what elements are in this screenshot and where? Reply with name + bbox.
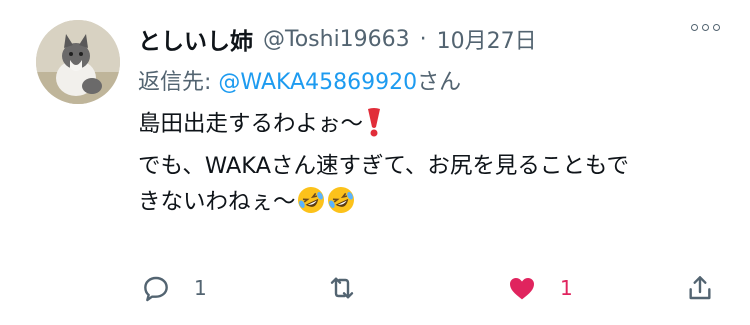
share-button[interactable] bbox=[684, 268, 716, 308]
reply-suffix: さん bbox=[417, 70, 462, 95]
more-horizontal-icon bbox=[691, 24, 698, 31]
reply-bubble-icon bbox=[144, 276, 168, 302]
tweet-card[interactable]: としいし姉 @Toshi19663 · 10月27日 返信先: @WAKA458… bbox=[0, 0, 750, 325]
reply-button[interactable]: 1 bbox=[140, 268, 207, 308]
rolling-laughing-emoji bbox=[296, 185, 326, 226]
retweet-icon bbox=[330, 277, 354, 299]
more-dot bbox=[713, 24, 720, 31]
heart-filled-icon bbox=[510, 278, 534, 300]
reply-to-line: 返信先: @WAKA45869920さん bbox=[138, 64, 461, 96]
user-handle[interactable]: @Toshi19663 bbox=[263, 27, 410, 52]
like-count: 1 bbox=[560, 276, 573, 300]
share-upload-icon bbox=[689, 276, 711, 300]
action-bar: 1 1 bbox=[138, 268, 728, 308]
red-exclamation-emoji bbox=[363, 107, 385, 148]
more-dot bbox=[702, 24, 709, 31]
timestamp[interactable]: 10月27日 bbox=[437, 23, 537, 55]
tweet-header: としいし姉 @Toshi19663 · 10月27日 bbox=[138, 22, 730, 56]
reply-mention-link[interactable]: @WAKA45869920 bbox=[218, 70, 417, 95]
tweet-line-1: 島田出走するわよぉ〜 bbox=[138, 111, 364, 137]
tweet-line-2: でも、WAKAさん速すぎて、お尻を見ることもで bbox=[138, 153, 629, 179]
separator-dot: · bbox=[419, 26, 427, 52]
tweet-line-3: きないわねぇ〜 bbox=[138, 189, 296, 215]
like-button[interactable]: 1 bbox=[506, 268, 573, 308]
more-options-button[interactable] bbox=[691, 24, 720, 31]
cat-avatar-image bbox=[36, 20, 120, 104]
avatar[interactable] bbox=[36, 20, 120, 104]
display-name[interactable]: としいし姉 bbox=[138, 22, 253, 56]
reply-count: 1 bbox=[194, 276, 207, 300]
reply-prefix: 返信先: bbox=[138, 70, 219, 95]
retweet-button[interactable] bbox=[326, 268, 358, 308]
tweet-text: 島田出走するわよぉ〜 でも、WAKAさん速すぎて、お尻を見ることもで きないわね… bbox=[138, 106, 728, 226]
rolling-laughing-emoji bbox=[326, 185, 356, 226]
